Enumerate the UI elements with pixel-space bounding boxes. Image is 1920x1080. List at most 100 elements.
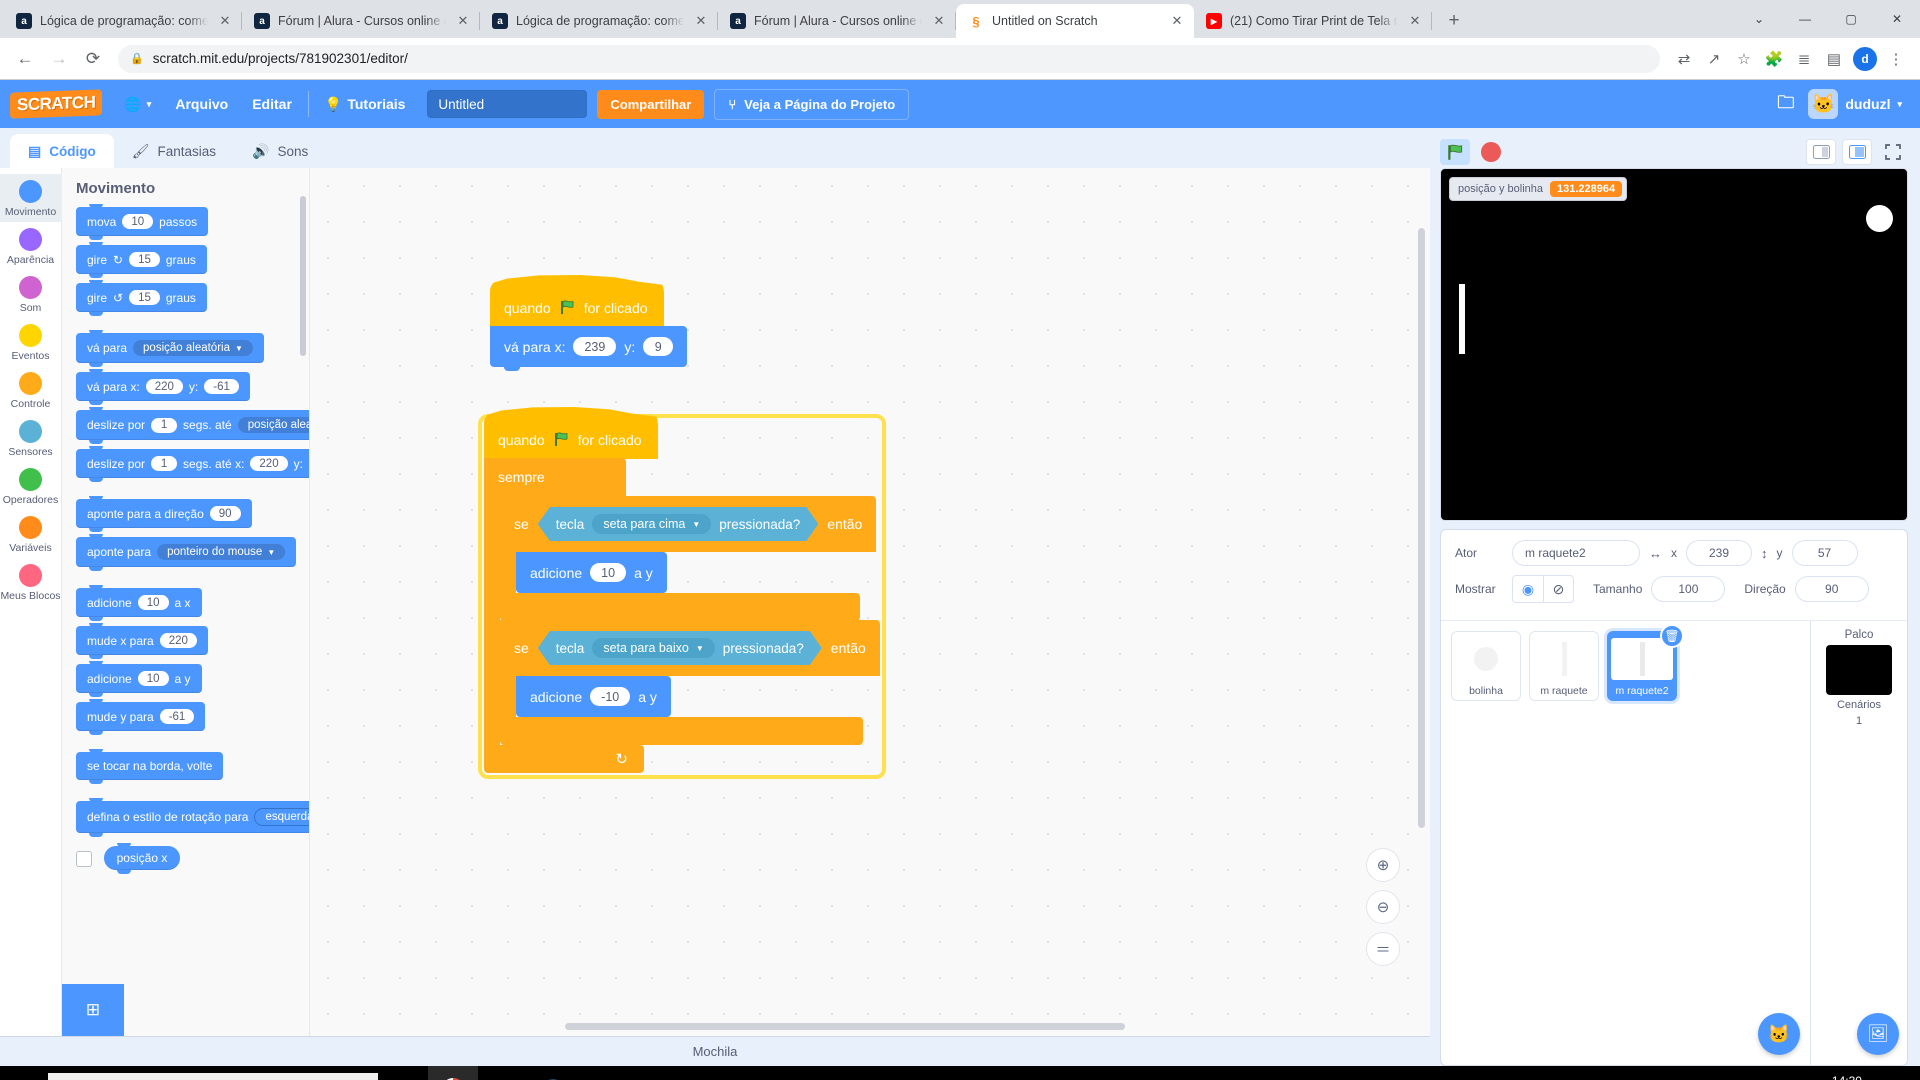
if-up-header[interactable]: se tecla seta para cima ▼ pressionada? e… [500,496,877,552]
hat-block-when-flag-clicked[interactable]: quando for clicado [484,420,658,459]
block-number-input[interactable]: 220 [250,456,288,471]
palette-block-gire-cw[interactable]: gire ↻ 15 graus [76,242,207,278]
close-icon[interactable]: ✕ [1168,12,1186,30]
palette-block-posicao-x[interactable]: posição x [103,843,181,874]
project-page-button[interactable]: ⑂ Veja a Página do Projeto [714,88,910,120]
folder-icon[interactable]: 🗀 [1763,90,1808,119]
chevron-down-icon[interactable]: ⌄ [1736,0,1782,38]
key-dropdown[interactable]: seta para cima ▼ [592,514,711,534]
hat-block-when-flag-clicked[interactable]: quando for clicado [490,288,664,327]
large-stage-icon[interactable] [1842,139,1872,165]
project-title-input[interactable] [427,90,588,118]
fullscreen-icon[interactable] [1878,139,1908,165]
small-stage-icon[interactable] [1806,139,1836,165]
block-number-input-y[interactable]: 9 [643,337,674,356]
script-forever-keys[interactable]: quando for clicado sempre se tecla seta … [478,414,886,779]
palette-block-deslize-xy[interactable]: deslize por 1 segs. até x: 220 y: -61 [76,446,309,482]
block-goto-xy[interactable]: vá para x: 239 y: 9 [490,326,688,371]
sprite-name-input[interactable]: m raquete2 [1512,540,1640,566]
script-canvas[interactable]: quando for clicado vá para x: 239 y: 9 q… [310,168,1430,1036]
sprite-card-m-raquete[interactable]: m raquete [1529,631,1599,701]
block-number-input[interactable]: 220 [145,379,183,394]
variable-monitor[interactable]: posição y bolinha 131.228964 [1449,177,1628,201]
close-window-button[interactable]: ✕ [1874,0,1920,38]
taskbar-clock[interactable]: 14:30 28/12/2022 [1817,1074,1877,1080]
forever-header[interactable]: sempre [484,458,626,496]
palette-block-estilo-rotacao[interactable]: defina o estilo de rotação para esquerda… [76,798,309,837]
browser-tab[interactable]: a Fórum | Alura - Cursos online de ✕ [242,4,480,38]
block-number-input[interactable]: 15 [129,290,160,305]
google-chrome-icon[interactable] [428,1066,478,1080]
canvas-vertical-scrollbar[interactable] [1418,228,1425,828]
category-aparencia[interactable]: Aparência [0,222,62,270]
palette-block-mude-y[interactable]: mude y para -61 [76,699,206,735]
block-number-input[interactable]: -61 [204,379,239,394]
palette-block-mude-x[interactable]: mude x para 220 [76,623,208,659]
menu-arquivo[interactable]: Arquivo [163,80,240,128]
block-dropdown[interactable]: esquerda-direita [254,808,309,826]
sprite-direction-input[interactable]: 90 [1794,576,1869,602]
tab-fantasias[interactable]: 🖌 Fantasias [113,134,235,168]
category-movimento[interactable]: Movimento [0,174,62,222]
block-number-input[interactable]: 10 [137,671,169,686]
trash-icon[interactable]: 🗑 [1660,624,1684,648]
reload-icon[interactable]: ⟳ [78,44,108,74]
bookmark-star-icon[interactable]: ☆ [1730,45,1758,73]
add-sprite-icon[interactable]: 🐱 [1758,1013,1800,1055]
minimize-button[interactable]: — [1782,0,1828,38]
block-number-input[interactable]: -10 [590,687,631,706]
eye-off-icon[interactable]: ⊘ [1543,576,1573,602]
block-change-y-up[interactable]: adicione 10 a y [516,552,667,597]
block-number-input[interactable]: 15 [129,252,160,267]
eye-icon[interactable]: ◉ [1513,576,1543,602]
reading-list-icon[interactable]: ≣ [1790,45,1818,73]
block-if-down[interactable]: se tecla seta para baixo ▼ pressionada? [500,620,880,745]
category-operadores[interactable]: Operadores [0,462,62,510]
sprite-size-input[interactable]: 100 [1651,576,1726,602]
palette-block-deslize-pos[interactable]: deslize por 1 segs. até posição aleatóri… [76,407,309,444]
block-change-y-down[interactable]: adicione -10 a y [516,676,671,721]
zoom-out-icon[interactable]: ⊖ [1366,890,1400,924]
add-backdrop-icon[interactable]: 🖼 [1857,1013,1899,1055]
sidebar-icon[interactable]: ▤ [1820,45,1848,73]
sprite-y-input[interactable]: 57 [1791,540,1858,566]
block-dropdown[interactable]: posição aleatória ▼ [237,417,309,433]
browser-tab[interactable]: ▶ (21) Como Tirar Print de Tela no W ✕ [1194,4,1432,38]
sprite-card-m-raquete2[interactable]: m raquete2 🗑 [1607,624,1684,701]
address-bar[interactable]: 🔒 scratch.mit.edu/projects/781902301/edi… [118,44,1660,73]
translate-icon[interactable]: ⇄ [1670,45,1698,73]
block-if-up[interactable]: se tecla seta para cima ▼ pressionada? e… [500,496,880,621]
new-tab-button[interactable]: + [1440,7,1468,35]
tab-codigo[interactable]: ▤ Código [10,134,114,168]
palette-block-adicione-y[interactable]: adicione 10 a y [76,661,202,697]
browser-tab[interactable]: a Lógica de programação: comece ✕ [480,4,718,38]
stop-icon[interactable] [1480,141,1502,163]
palette-block-aponte-direcao[interactable]: aponte para a direção 90 [76,496,252,532]
close-icon[interactable]: ✕ [454,12,472,30]
block-key-pressed-down[interactable]: tecla seta para baixo ▼ pressionada? [538,631,822,665]
tab-sons[interactable]: 🔊 Sons [234,134,327,168]
block-number-input[interactable]: 10 [122,214,154,229]
forward-icon[interactable]: → [44,44,74,74]
block-dropdown[interactable]: ponteiro do mouse ▼ [157,544,286,560]
browser-menu-icon[interactable]: ⋮ [1882,45,1910,73]
if-down-header[interactable]: se tecla seta para baixo ▼ pressionada? [500,620,880,676]
close-icon[interactable]: ✕ [216,12,234,30]
block-key-pressed-up[interactable]: tecla seta para cima ▼ pressionada? [538,507,819,541]
palette-block-adicione-x[interactable]: adicione 10 a x [76,585,202,621]
script-goto[interactable]: quando for clicado vá para x: 239 y: 9 [490,288,688,371]
sticky-notes-icon[interactable]: 📘 [478,1066,528,1080]
close-icon[interactable]: ✕ [1406,12,1424,30]
close-icon[interactable]: ✕ [692,12,710,30]
sprite-x-input[interactable]: 239 [1686,540,1752,566]
zoom-in-icon[interactable]: ⊕ [1366,848,1400,882]
sprite-raquete[interactable] [1459,284,1465,354]
close-icon[interactable]: ✕ [930,12,948,30]
menu-editar[interactable]: Editar [240,80,304,128]
palette-scrollbar[interactable] [300,196,306,356]
block-number-input[interactable]: 10 [137,595,169,610]
block-number-input[interactable]: 1 [151,456,178,471]
browser-tab-active[interactable]: § Untitled on Scratch ✕ [956,4,1194,38]
user-menu[interactable]: 🐱 duduzl ▾ [1808,89,1910,119]
language-menu[interactable]: 🌐 ▾ [112,80,163,128]
